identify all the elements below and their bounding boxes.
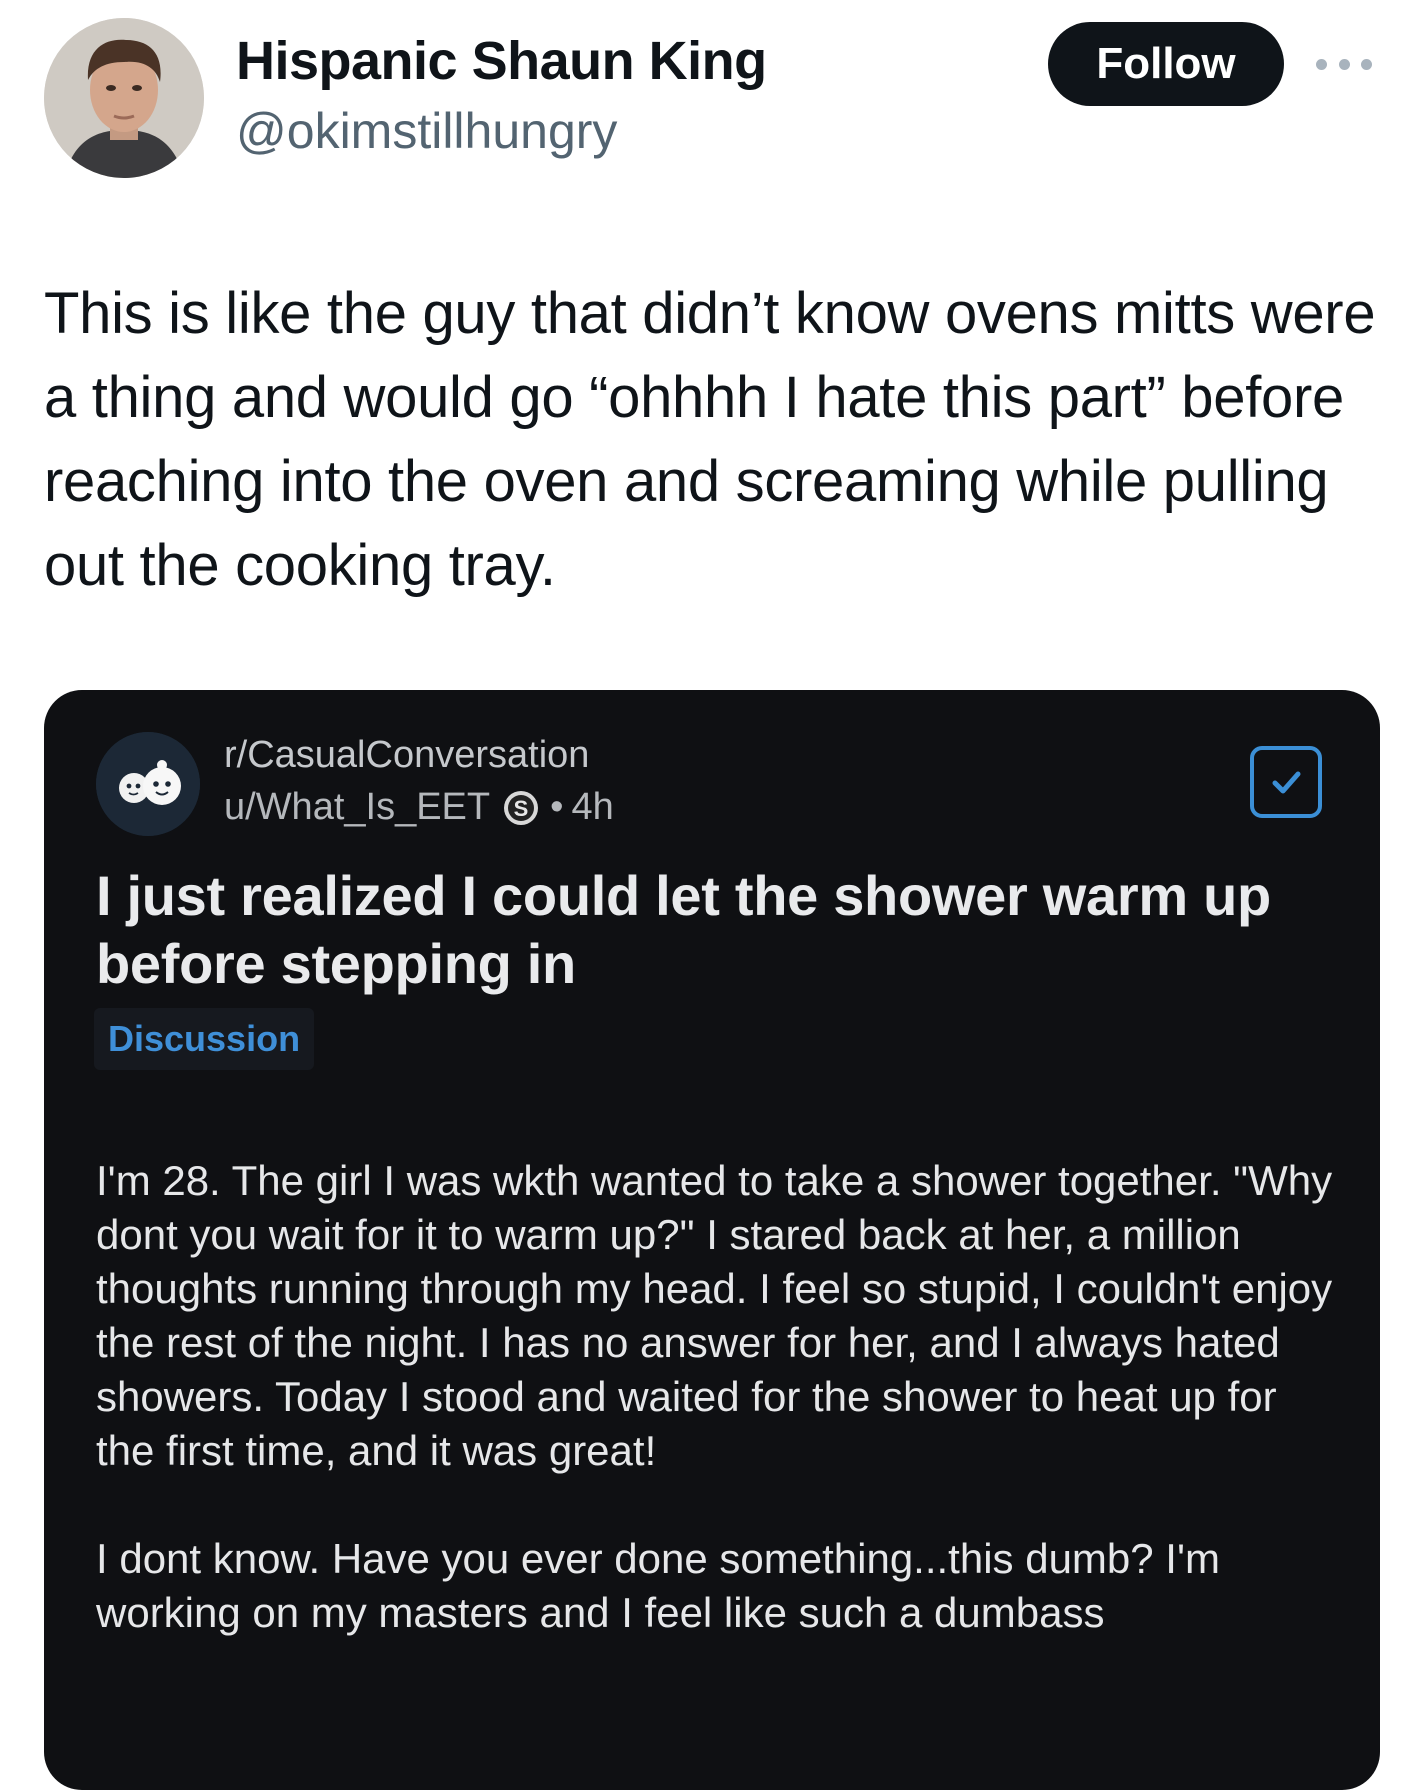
meta-separator: • xyxy=(550,786,564,828)
follow-button[interactable]: Follow xyxy=(1048,22,1284,106)
author-handle[interactable]: @okimstillhungry xyxy=(236,102,617,160)
more-horizontal-icon[interactable] xyxy=(1316,52,1372,76)
more-dot xyxy=(1316,58,1327,70)
post-meta: u/What_Is_EET S • 4h xyxy=(224,786,614,829)
subreddit-name[interactable]: r/CasualConversation xyxy=(224,734,589,777)
post-body: I'm 28. The girl I was wkth wanted to ta… xyxy=(96,1154,1346,1694)
author-avatar[interactable] xyxy=(44,18,204,178)
post-body-paragraph: I dont know. Have you ever done somethin… xyxy=(96,1535,1220,1636)
save-toggle[interactable] xyxy=(1250,746,1322,818)
tweet-text: This is like the guy that didn’t know ov… xyxy=(44,281,1376,598)
svg-text:S: S xyxy=(514,796,529,821)
post-username[interactable]: u/What_Is_EET xyxy=(224,786,490,829)
post-flair[interactable]: Discussion xyxy=(94,1008,315,1070)
avatar-photo xyxy=(44,18,204,178)
subreddit-icon xyxy=(96,732,200,836)
checkmark-icon xyxy=(1272,771,1301,794)
author-name[interactable]: Hispanic Shaun King xyxy=(236,30,767,92)
more-dot xyxy=(1361,58,1372,70)
post-age: 4h xyxy=(571,786,614,828)
post-body-paragraph: I'm 28. The girl I was wkth wanted to ta… xyxy=(96,1157,1333,1474)
snoo-badge-icon: S xyxy=(502,789,540,827)
more-dot xyxy=(1338,58,1350,70)
embedded-reddit-post[interactable]: r/CasualConversation u/What_Is_EET S • 4… xyxy=(44,690,1380,1790)
post-title[interactable]: I just realized I could let the shower w… xyxy=(96,862,1336,998)
